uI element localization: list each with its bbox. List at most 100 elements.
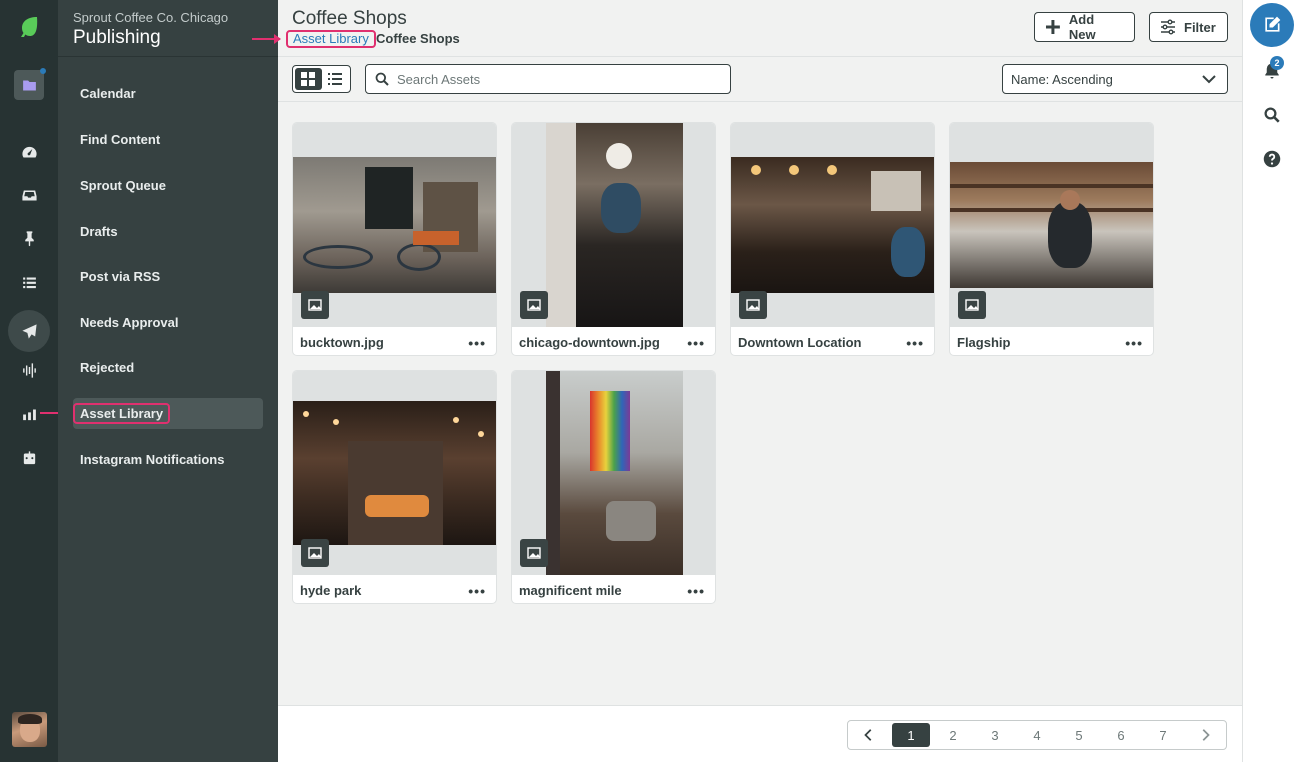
more-options-button[interactable]: ••• <box>687 583 705 599</box>
search-icon[interactable] <box>1263 106 1281 124</box>
nav-item-label: Post via RSS <box>80 269 161 284</box>
more-options-button[interactable]: ••• <box>906 335 924 351</box>
page-button-4[interactable]: 4 <box>1016 723 1058 747</box>
right-rail: 2 <box>1242 0 1300 762</box>
filter-button[interactable]: Filter <box>1149 12 1228 42</box>
nav-item-label: Sprout Queue <box>80 178 166 193</box>
compose-pencil-icon <box>1265 16 1281 32</box>
nav-item-sprout-queue[interactable]: Sprout Queue <box>73 170 263 201</box>
next-page-button[interactable] <box>1184 723 1226 747</box>
page-button-2[interactable]: 2 <box>932 723 974 747</box>
asset-card[interactable]: Flagship ••• <box>949 122 1154 356</box>
publishing-folder-icon[interactable] <box>14 68 46 100</box>
nav-item-label: Drafts <box>80 224 118 239</box>
page-button-1[interactable]: 1 <box>892 723 930 747</box>
asset-name: magnificent mile <box>519 583 622 598</box>
compose-button[interactable] <box>1250 3 1294 47</box>
asset-card[interactable]: chicago-downtown.jpg ••• <box>511 122 716 356</box>
list-icon[interactable] <box>14 267 44 297</box>
asset-thumbnail[interactable] <box>293 123 496 327</box>
grid-view-button[interactable] <box>295 68 322 90</box>
nav-item-calendar[interactable]: Calendar <box>73 78 263 109</box>
asset-toolbar: Search Assets Name: Ascending <box>278 57 1242 102</box>
page-button-3[interactable]: 3 <box>974 723 1016 747</box>
chevron-down-icon <box>1202 75 1216 84</box>
listening-waveform-icon[interactable] <box>14 355 44 385</box>
pagination-footer: 1 2 3 4 5 6 7 <box>278 705 1242 762</box>
sort-value: Name: Ascending <box>1011 71 1113 87</box>
image-type-icon <box>520 539 548 567</box>
sprout-logo-icon[interactable] <box>14 12 44 42</box>
asset-card[interactable]: magnificent mile ••• <box>511 370 716 604</box>
filter-label: Filter <box>1184 19 1216 35</box>
account-name: Sprout Coffee Co. Chicago <box>73 10 229 25</box>
asset-thumbnail[interactable] <box>512 123 715 327</box>
nav-item-label: Rejected <box>80 360 135 375</box>
breadcrumb-current: Coffee Shops <box>376 31 460 46</box>
nav-item-label: Calendar <box>80 86 136 101</box>
plus-icon <box>1045 20 1060 34</box>
help-icon[interactable] <box>1263 150 1281 168</box>
asset-name: hyde park <box>300 583 362 598</box>
asset-name: chicago-downtown.jpg <box>519 335 660 350</box>
image-type-icon <box>520 291 548 319</box>
section-title: Publishing <box>73 27 161 48</box>
page-button-7[interactable]: 7 <box>1142 723 1184 747</box>
asset-name: Flagship <box>957 335 1011 350</box>
notification-badge: 2 <box>1270 56 1284 70</box>
nav-item-post-via-rss[interactable]: Post via RSS <box>73 261 263 292</box>
bot-icon[interactable] <box>14 443 44 473</box>
image-type-icon <box>739 291 767 319</box>
asset-thumbnail[interactable] <box>731 123 934 327</box>
nav-item-find-content[interactable]: Find Content <box>73 124 263 155</box>
chevron-right-icon <box>1202 729 1210 741</box>
page-button-5[interactable]: 5 <box>1058 723 1100 747</box>
nav-item-label: Instagram Notifications <box>80 452 225 467</box>
asset-thumbnail[interactable] <box>950 123 1153 327</box>
nav-divider <box>58 56 278 57</box>
more-options-button[interactable]: ••• <box>468 583 486 599</box>
nav-item-instagram-notifications[interactable]: Instagram Notifications <box>73 444 263 475</box>
inbox-icon[interactable] <box>14 180 44 210</box>
page-button-6[interactable]: 6 <box>1100 723 1142 747</box>
paper-plane-icon[interactable] <box>8 310 50 352</box>
dashboard-gauge-icon[interactable] <box>14 137 44 167</box>
search-input[interactable]: Search Assets <box>397 72 480 87</box>
asset-card[interactable]: hyde park ••• <box>292 370 497 604</box>
list-view-button[interactable] <box>322 68 349 90</box>
nav-item-needs-approval[interactable]: Needs Approval <box>73 307 263 338</box>
add-new-button[interactable]: Add New <box>1034 12 1135 42</box>
view-toggle <box>292 65 351 93</box>
image-type-icon <box>301 291 329 319</box>
pagination: 1 2 3 4 5 6 7 <box>847 720 1227 750</box>
asset-thumbnail[interactable] <box>512 371 715 575</box>
prev-page-button[interactable] <box>848 723 890 747</box>
nav-item-drafts[interactable]: Drafts <box>73 216 263 247</box>
reports-bar-chart-icon[interactable] <box>14 399 44 429</box>
breadcrumb-link-asset-library[interactable]: Asset Library <box>286 30 376 48</box>
secondary-nav: Sprout Coffee Co. Chicago Publishing Cal… <box>58 0 278 762</box>
asset-name: bucktown.jpg <box>300 335 384 350</box>
page-title: Coffee Shops <box>292 8 407 29</box>
nav-item-rejected[interactable]: Rejected <box>73 352 263 383</box>
nav-item-asset-library[interactable]: Asset Library <box>73 398 263 429</box>
more-options-button[interactable]: ••• <box>468 335 486 351</box>
asset-thumbnail[interactable] <box>293 371 496 575</box>
search-icon <box>375 72 389 86</box>
asset-card[interactable]: bucktown.jpg ••• <box>292 122 497 356</box>
add-new-label: Add New <box>1068 12 1096 42</box>
more-options-button[interactable]: ••• <box>1125 335 1143 351</box>
icon-rail <box>0 0 67 762</box>
pin-icon[interactable] <box>14 223 44 253</box>
sliders-icon <box>1161 19 1175 35</box>
main-content: Coffee Shops Asset Library Coffee Shops … <box>252 0 1242 762</box>
search-field[interactable]: Search Assets <box>365 64 731 94</box>
asset-name: Downtown Location <box>738 335 862 350</box>
user-avatar[interactable] <box>12 712 47 747</box>
nav-item-label: Asset Library <box>73 403 171 424</box>
asset-card[interactable]: Downtown Location ••• <box>730 122 935 356</box>
list-icon <box>327 73 342 85</box>
more-options-button[interactable]: ••• <box>687 335 705 351</box>
chevron-left-icon <box>864 729 872 741</box>
sort-select[interactable]: Name: Ascending <box>1002 64 1228 94</box>
